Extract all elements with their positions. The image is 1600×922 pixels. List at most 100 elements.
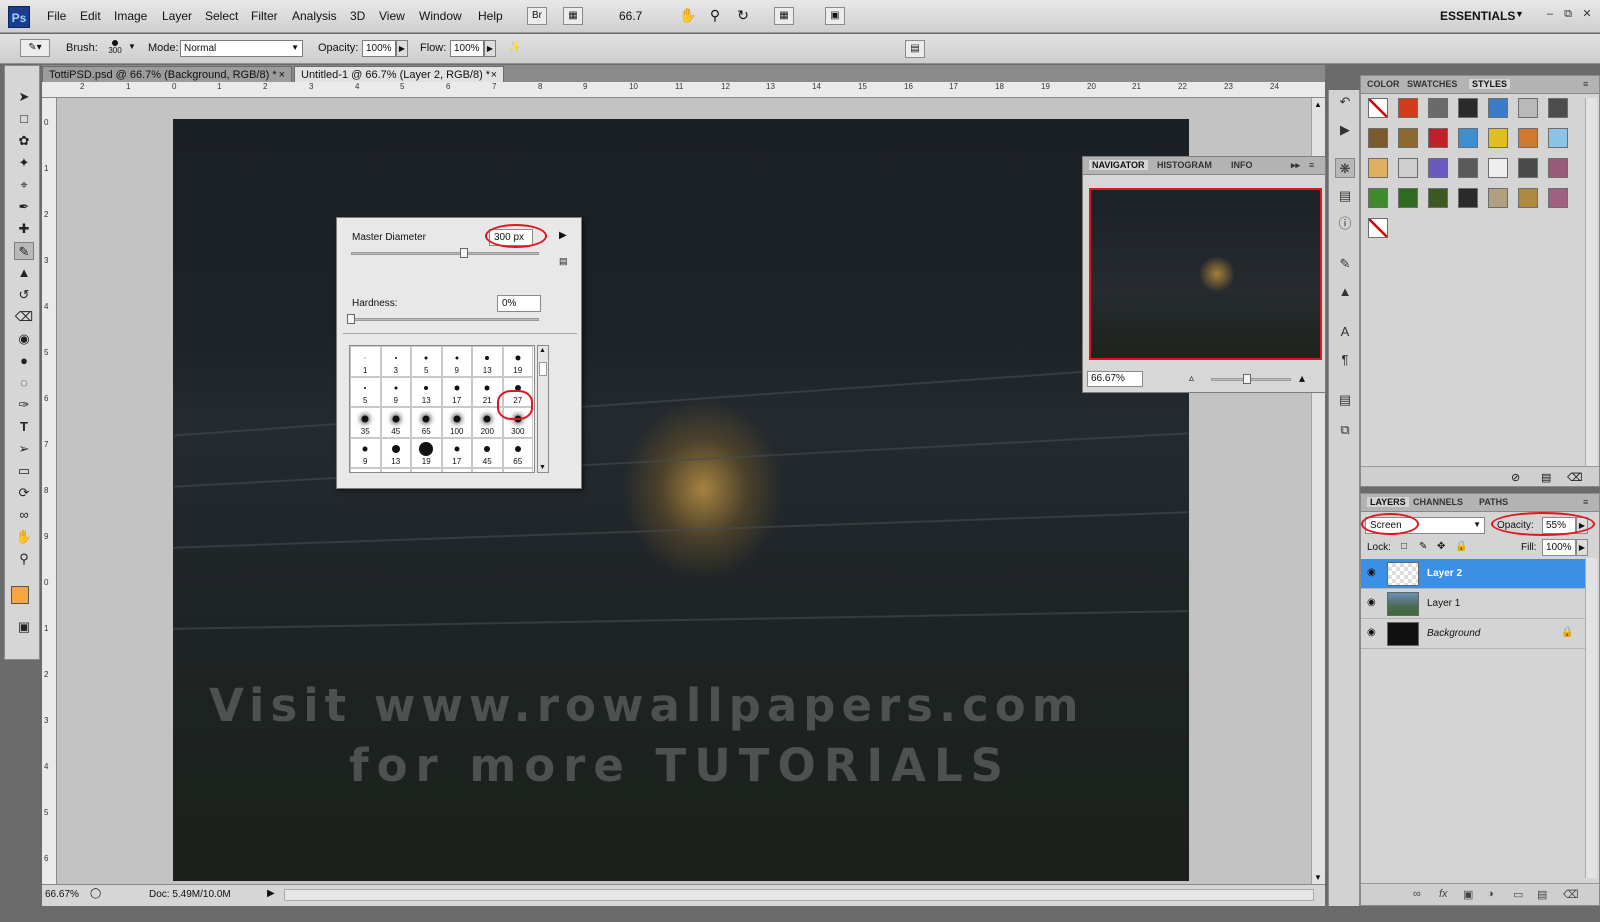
scroll-thumb[interactable]	[539, 362, 547, 376]
zoom-in-icon[interactable]: ▴	[1299, 371, 1305, 385]
save-preset-icon[interactable]: ▤	[559, 256, 568, 267]
crop-tool-icon[interactable]: ⌖	[14, 176, 34, 194]
visibility-eye-icon[interactable]: ◉	[1367, 567, 1376, 578]
3d-orbit-icon[interactable]: ∞	[14, 506, 34, 524]
layer-row-background[interactable]: ◉ Background 🔒	[1361, 619, 1585, 649]
opacity-input[interactable]: 100%	[362, 40, 396, 57]
panel-menu-icon[interactable]: ▶	[559, 230, 567, 241]
brush-preset[interactable]: 3	[380, 346, 411, 377]
close-icon[interactable]: ✕	[1580, 7, 1594, 21]
tool-preset-picker[interactable]: ✎▾	[20, 39, 50, 57]
collapse-icon[interactable]: ▸▸	[1291, 160, 1300, 171]
zoom-level[interactable]: 66.7	[619, 9, 642, 23]
quick-selection-icon[interactable]: ✦	[14, 154, 34, 172]
brush-preset[interactable]: 9	[350, 437, 381, 468]
menu-edit[interactable]: Edit	[80, 9, 101, 23]
tab-tottipsd[interactable]: TottiPSD.psd @ 66.7% (Background, RGB/8)…	[42, 66, 292, 82]
menu-view[interactable]: View	[379, 9, 405, 23]
blur-tool-icon[interactable]: ●	[14, 352, 34, 370]
lasso-tool-icon[interactable]: ✿	[14, 132, 34, 150]
new-style-icon[interactable]: ▤	[1541, 471, 1551, 484]
style-swatch[interactable]	[1518, 128, 1538, 148]
style-swatch[interactable]	[1488, 98, 1508, 118]
brush-preset[interactable]: 17	[441, 376, 472, 407]
pen-tool-icon[interactable]: ✑	[14, 396, 34, 414]
navigator-zoom-thumb[interactable]	[1243, 374, 1251, 384]
path-selection-icon[interactable]: ➢	[14, 440, 34, 458]
brush-preset[interactable]	[472, 468, 503, 472]
hand-tool-icon[interactable]: ✋	[14, 528, 34, 546]
style-swatch[interactable]	[1398, 188, 1418, 208]
menu-select[interactable]: Select	[205, 9, 238, 23]
brush-preset[interactable]: 65	[502, 437, 533, 468]
rotate-view-icon[interactable]: ↻	[733, 7, 753, 25]
tab-paths[interactable]: PATHS	[1479, 497, 1508, 507]
menu-file[interactable]: File	[47, 9, 66, 23]
style-swatch[interactable]	[1428, 188, 1448, 208]
opacity-slider-button[interactable]: ▶	[396, 40, 408, 57]
brush-preset[interactable]: 13	[411, 376, 442, 407]
style-swatch[interactable]	[1488, 128, 1508, 148]
scroll-up-icon[interactable]: ▲	[539, 347, 546, 354]
brush-preset[interactable]	[502, 468, 533, 472]
brush-preset[interactable]: 19	[502, 346, 533, 377]
close-icon[interactable]: ×	[491, 69, 497, 81]
style-swatch[interactable]	[1398, 158, 1418, 178]
brush-tool-icon[interactable]: ✎	[14, 242, 34, 260]
style-swatch[interactable]	[1368, 98, 1388, 118]
arrange-documents-button[interactable]: ▦	[774, 7, 794, 25]
brush-preset[interactable]	[350, 468, 381, 472]
brush-preset[interactable]	[441, 468, 472, 472]
style-swatch[interactable]	[1518, 188, 1538, 208]
brush-preset[interactable]: 45	[380, 407, 411, 438]
workspace-switcher[interactable]: ESSENTIALS	[1440, 9, 1515, 23]
histogram-panel-icon[interactable]: ▤	[1335, 186, 1355, 206]
mode-select[interactable]: Normal ▼	[180, 40, 303, 57]
eraser-icon[interactable]: ⌫	[14, 308, 34, 326]
marquee-tool-icon[interactable]: □	[14, 110, 34, 128]
layer-comps-panel-icon[interactable]: ⧉	[1335, 420, 1355, 440]
menu-image[interactable]: Image	[114, 9, 147, 23]
navigator-zoom-input[interactable]: 66.67%	[1087, 371, 1143, 387]
brush-preset[interactable]: 13	[380, 437, 411, 468]
close-icon[interactable]: ×	[279, 69, 285, 81]
hand-tool-icon[interactable]: ✋	[678, 7, 698, 25]
flow-input[interactable]: 100%	[450, 40, 484, 57]
screen-mode-button[interactable]: ▣	[825, 7, 845, 25]
brush-preset[interactable]: 45	[472, 437, 503, 468]
panel-menu-icon[interactable]: ≡	[1583, 497, 1588, 507]
type-tool-icon[interactable]: T	[14, 418, 34, 436]
menu-3d[interactable]: 3D	[350, 9, 365, 23]
style-swatch[interactable]	[1368, 188, 1388, 208]
style-swatch[interactable]	[1548, 128, 1568, 148]
style-swatch[interactable]	[1548, 158, 1568, 178]
clear-style-icon[interactable]: ⊘	[1511, 471, 1520, 484]
zoom-tool-icon[interactable]: ⚲	[14, 550, 34, 568]
brush-preset[interactable]: 1	[350, 346, 381, 377]
shape-tool-icon[interactable]: ▭	[14, 462, 34, 480]
adjustment-layer-icon[interactable]: ◑	[1487, 888, 1494, 900]
style-swatch[interactable]	[1428, 128, 1448, 148]
styles-scrollbar[interactable]	[1585, 98, 1597, 466]
style-swatch[interactable]	[1458, 98, 1478, 118]
lock-position-icon[interactable]: ✥	[1437, 541, 1445, 552]
menu-help[interactable]: Help	[478, 9, 503, 23]
brush-preset-picker[interactable]: 300	[104, 38, 126, 60]
brush-preset[interactable]: 5	[350, 376, 381, 407]
lock-all-icon[interactable]: 🔒	[1455, 541, 1467, 552]
brush-preset[interactable]: 13	[472, 346, 503, 377]
paint-bucket-icon[interactable]: ◉	[14, 330, 34, 348]
style-swatch[interactable]	[1488, 188, 1508, 208]
brush-preset[interactable]: 19	[411, 437, 442, 468]
style-swatch[interactable]	[1368, 218, 1388, 238]
character-panel-icon[interactable]: A	[1335, 322, 1355, 342]
history-brush-icon[interactable]: ↺	[14, 286, 34, 304]
tab-layers[interactable]: LAYERS	[1367, 497, 1409, 507]
hardness-slider[interactable]	[351, 318, 539, 321]
new-group-icon[interactable]: ▭	[1513, 888, 1523, 901]
tab-info[interactable]: INFO	[1231, 160, 1253, 170]
status-zoom[interactable]: 66.67%	[45, 889, 79, 900]
style-swatch[interactable]	[1458, 188, 1478, 208]
ruler-vertical[interactable]: 0 1 2 3 4 5 6 7 8 9 0 1 2 3 4 5 6	[42, 98, 57, 884]
style-swatch[interactable]	[1458, 158, 1478, 178]
